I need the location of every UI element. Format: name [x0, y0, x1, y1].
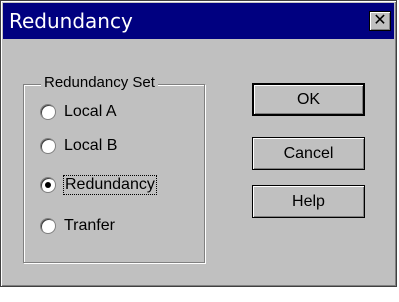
radio-local-a[interactable]: Local A [40, 103, 117, 121]
title-bar[interactable]: Redundancy ✕ [3, 3, 394, 39]
help-button[interactable]: Help [252, 185, 365, 218]
radio-button-icon[interactable] [40, 104, 56, 120]
radio-label: Redundancy [63, 175, 157, 195]
radio-button-icon[interactable] [40, 138, 56, 154]
ok-button[interactable]: OK [252, 83, 365, 116]
radio-label: Local A [64, 103, 117, 120]
radio-label: Tranfer [64, 217, 115, 234]
radio-selected-dot [45, 182, 51, 188]
radio-tranfer[interactable]: Tranfer [40, 217, 116, 235]
radio-redundancy[interactable]: Redundancy [40, 175, 157, 195]
window-title: Redundancy [9, 9, 133, 33]
close-button[interactable]: ✕ [369, 11, 391, 31]
redundancy-dialog: Redundancy ✕ Redundancy Set Local A Loca… [0, 0, 397, 287]
cancel-button[interactable]: Cancel [252, 137, 365, 170]
radio-button-icon[interactable] [40, 218, 56, 234]
radio-label: Local B [64, 137, 118, 154]
redundancy-set-group: Redundancy Set Local A Local B Redundanc… [23, 74, 205, 263]
radio-button-icon[interactable] [40, 177, 56, 193]
group-legend: Redundancy Set [41, 74, 158, 91]
close-icon: ✕ [373, 12, 387, 29]
radio-local-b[interactable]: Local B [40, 137, 118, 155]
